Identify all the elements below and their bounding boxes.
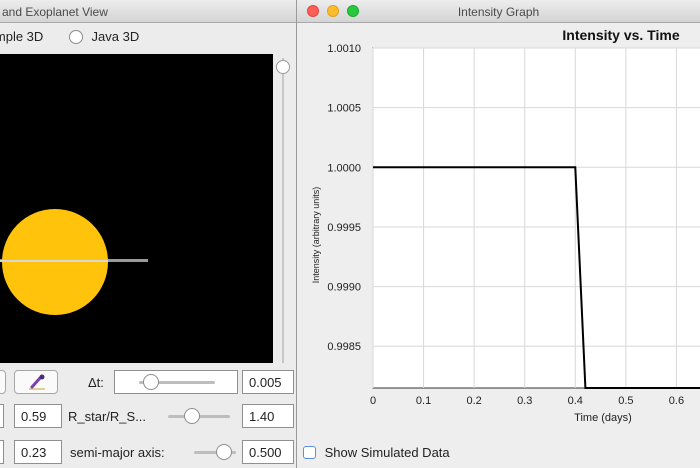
y-tick-label: 1.0000 xyxy=(327,162,361,174)
y-tick-label: 0.9995 xyxy=(327,222,361,234)
y-tick-label: 0.9985 xyxy=(327,341,361,353)
3d-viewport[interactable] xyxy=(0,54,273,363)
color-picker-button[interactable] xyxy=(14,370,58,394)
y-tick-label: 1.0005 xyxy=(327,103,361,115)
planet-orbit-line-front xyxy=(0,260,108,262)
x-tick-label: 0.6 xyxy=(669,395,684,407)
radius-ratio-label: R_star/R_S... xyxy=(68,409,147,424)
row3-field-left[interactable] xyxy=(0,440,4,464)
dt-label: Δt: xyxy=(88,375,104,390)
dt-slider[interactable] xyxy=(139,372,215,392)
intensity-graph-window: Intensity Graph 0 0.1 0.2 0.3 0.4 0.5 0.6 1.001… xyxy=(297,0,700,468)
y-tick-label: 0.9990 xyxy=(327,282,361,294)
x-tick-label: 0.2 xyxy=(466,395,481,407)
radius-ratio-slider-knob[interactable] xyxy=(184,408,200,424)
x-tick-label: 0.5 xyxy=(618,395,633,407)
intensity-chart: 0 0.1 0.2 0.3 0.4 0.5 0.6 1.0010 1.0005 1.0000 0.9… xyxy=(311,27,700,424)
java-3d-label: Java 3D xyxy=(91,29,140,45)
x-tick-label: 0.1 xyxy=(416,395,431,407)
star-exoplanet-view-window: ar and Exoplanet View imple 3D Java 3D Δ… xyxy=(0,0,297,468)
show-simulated-checkbox[interactable] xyxy=(303,446,316,460)
show-simulated-toggle[interactable]: Show Simulated Data xyxy=(303,444,450,460)
x-tick-label: 0.3 xyxy=(517,395,532,407)
radius-ratio-field[interactable]: 0.59 xyxy=(14,404,62,428)
right-title-bar[interactable]: Intensity Graph xyxy=(297,0,700,23)
right-window-title: Intensity Graph xyxy=(457,5,540,19)
dt-value-field[interactable]: 0.005 xyxy=(242,370,294,394)
toolbar-button[interactable] xyxy=(0,370,6,394)
x-tick-label: 0.4 xyxy=(568,395,583,407)
left-title-bar[interactable]: ar and Exoplanet View xyxy=(0,0,296,23)
plot-area xyxy=(372,47,700,389)
eyedropper-icon xyxy=(29,374,45,390)
semi-major-field[interactable]: 0.23 xyxy=(14,440,62,464)
radius-ratio-slider[interactable] xyxy=(168,406,230,426)
left-window-title: ar and Exoplanet View xyxy=(0,5,108,19)
x-tick-label: 0 xyxy=(370,395,376,407)
view-zoom-slider[interactable] xyxy=(276,58,290,363)
semi-major-slider-value[interactable]: 0.500 xyxy=(242,440,294,464)
show-simulated-label: Show Simulated Data xyxy=(324,445,450,461)
chart-title: Intensity vs. Time xyxy=(562,27,679,43)
y-tick-label: 1.0010 xyxy=(327,43,361,55)
simple-3d-label: imple 3D xyxy=(0,29,44,45)
java-3d-option[interactable]: Java 3D xyxy=(68,28,140,45)
java-3d-radio[interactable] xyxy=(68,29,83,44)
zoom-slider-knob[interactable] xyxy=(276,60,290,74)
semi-major-slider-knob[interactable] xyxy=(216,444,232,460)
dt-slider-knob[interactable] xyxy=(143,374,159,390)
dt-slider-box[interactable] xyxy=(114,370,238,394)
row2-field-left[interactable] xyxy=(0,404,4,428)
simple-3d-option[interactable]: imple 3D xyxy=(0,28,43,44)
radius-ratio-slider-value[interactable]: 1.40 xyxy=(242,404,294,428)
render-mode-options: imple 3D Java 3D xyxy=(0,28,139,48)
x-axis-label: Time (days) xyxy=(574,412,632,424)
semi-major-label: semi-major axis: xyxy=(70,445,165,460)
zoom-slider-track xyxy=(282,58,284,363)
y-axis-label: Intensity (arbitrary units) xyxy=(311,187,321,284)
semi-major-slider[interactable] xyxy=(194,442,236,462)
star-disc xyxy=(2,209,108,315)
